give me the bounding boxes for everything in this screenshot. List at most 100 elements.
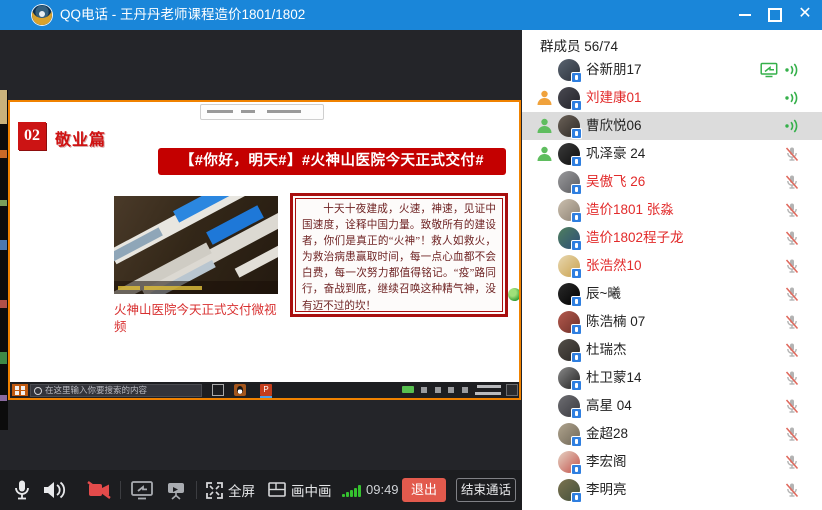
microphone-icon (12, 479, 32, 501)
member-name: 造价1801 张淼 (586, 196, 674, 224)
member-row[interactable]: 造价1802程子龙 (522, 224, 822, 252)
action-center-icon[interactable] (506, 384, 518, 396)
mic-muted-icon (784, 454, 800, 470)
member-avatar[interactable] (558, 451, 580, 473)
end-call-button[interactable]: 结束通话 (456, 478, 516, 502)
fullscreen-button[interactable]: 全屏 (206, 470, 255, 510)
slideshow-floating-toolbar[interactable] (200, 104, 324, 120)
qq-call-logo-icon (32, 5, 52, 25)
member-avatar[interactable] (558, 227, 580, 249)
muted-status[interactable] (784, 174, 800, 190)
muted-status[interactable] (784, 426, 800, 442)
member-row[interactable]: 辰~曦 (522, 280, 822, 308)
muted-status[interactable] (784, 314, 800, 330)
taskbar-search-box[interactable]: 在这里输入你要搜索的内容 (30, 384, 202, 397)
member-row[interactable]: 巩泽豪 24 (522, 140, 822, 168)
member-row[interactable]: 李明亮 (522, 476, 822, 504)
member-row[interactable]: 造价1801 张淼 (522, 196, 822, 224)
pip-button[interactable]: 画中画 (268, 470, 332, 510)
muted-status[interactable] (784, 398, 800, 414)
mobile-device-badge-icon (571, 464, 582, 475)
slide-headline-banner: 【#你好，明天#】#火神山医院今天正式交付# (158, 148, 506, 175)
person-icon (536, 145, 553, 162)
photo-caption-text: 火神山医院今天正式交付微视频 (114, 302, 282, 336)
member-row[interactable]: 张浩然10 (522, 252, 822, 280)
member-avatar[interactable] (558, 59, 580, 81)
green-person-status-icon (536, 145, 553, 162)
member-avatar[interactable] (558, 339, 580, 361)
member-sidebar: 群成员 56/74 谷新朋17 刘建康01 曹欣悦06 巩泽豪 24 吴傲飞 2… (522, 30, 822, 510)
member-name: 巩泽豪 24 (586, 140, 645, 168)
members-count-header: 群成员 56/74 (540, 35, 618, 55)
member-avatar[interactable] (558, 283, 580, 305)
system-tray[interactable] (399, 384, 501, 396)
presentation-button[interactable] (164, 470, 188, 510)
member-row[interactable]: 李宏阁 (522, 448, 822, 476)
muted-status[interactable] (784, 286, 800, 302)
person-icon (536, 117, 553, 134)
member-name: 谷新朋17 (586, 56, 642, 84)
member-avatar[interactable] (558, 479, 580, 501)
presence-placeholder (536, 173, 553, 190)
maximize-button[interactable] (760, 0, 790, 30)
member-avatar[interactable] (558, 87, 580, 109)
member-avatar[interactable] (558, 395, 580, 417)
slide-section-title: 敬业篇 (55, 126, 106, 150)
member-avatar[interactable] (558, 367, 580, 389)
member-row[interactable]: 刘建康01 (522, 84, 822, 112)
taskbar-clock (475, 385, 501, 395)
muted-status[interactable] (784, 230, 800, 246)
start-button[interactable] (12, 384, 28, 396)
member-avatar[interactable] (558, 199, 580, 221)
muted-status[interactable] (784, 342, 800, 358)
member-row[interactable]: 吴傲飞 26 (522, 168, 822, 196)
photo-overlay-caption (114, 281, 278, 294)
muted-status[interactable] (784, 454, 800, 470)
microphone-button[interactable] (12, 470, 32, 510)
camera-off-button[interactable] (86, 470, 112, 510)
member-row[interactable]: 杜卫蒙14 (522, 364, 822, 392)
member-avatar[interactable] (558, 255, 580, 277)
window-title: QQ电话 - 王丹丹老师课程造价1801/1802 (60, 0, 305, 30)
exit-button[interactable]: 退出 (402, 478, 446, 502)
mic-muted-icon (784, 398, 800, 414)
member-avatar[interactable] (558, 115, 580, 137)
sharing-and-speaking-status[interactable] (760, 62, 800, 78)
member-row[interactable]: 杜瑞杰 (522, 336, 822, 364)
mobile-device-badge-icon (571, 240, 582, 251)
close-button[interactable]: ✕ (790, 0, 820, 30)
member-row[interactable]: 陈浩楠 07 (522, 308, 822, 336)
member-avatar[interactable] (558, 143, 580, 165)
floating-assistant-icon[interactable] (508, 288, 519, 301)
share-screen-button[interactable] (130, 470, 154, 510)
speaker-button[interactable] (42, 470, 68, 510)
green-person-status-icon (536, 117, 553, 134)
member-avatar[interactable] (558, 171, 580, 193)
member-avatar[interactable] (558, 423, 580, 445)
speaking-status[interactable] (784, 118, 800, 134)
mobile-device-badge-icon (571, 352, 582, 363)
muted-status[interactable] (784, 370, 800, 386)
mic-muted-icon (784, 426, 800, 442)
muted-status[interactable] (784, 482, 800, 498)
qq-taskbar-icon[interactable] (234, 384, 246, 396)
tray-icon (462, 387, 468, 393)
share-screen-icon (130, 479, 154, 501)
task-view-icon[interactable] (212, 384, 224, 396)
mic-muted-icon (784, 370, 800, 386)
member-row[interactable]: 谷新朋17 (522, 56, 822, 84)
muted-status[interactable] (784, 146, 800, 162)
muted-status[interactable] (784, 258, 800, 274)
member-row[interactable]: 高星 04 (522, 392, 822, 420)
mobile-device-badge-icon (571, 268, 582, 279)
tray-icon (421, 387, 427, 393)
member-avatar[interactable] (558, 311, 580, 333)
presence-placeholder (536, 313, 553, 330)
minimize-button[interactable] (730, 0, 760, 30)
member-name: 曹欣悦06 (586, 112, 642, 140)
speaking-status[interactable] (784, 90, 800, 106)
member-row[interactable]: 曹欣悦06 (522, 112, 822, 140)
muted-status[interactable] (784, 202, 800, 218)
powerpoint-taskbar-icon[interactable]: P (260, 384, 272, 396)
member-row[interactable]: 金超28 (522, 420, 822, 448)
